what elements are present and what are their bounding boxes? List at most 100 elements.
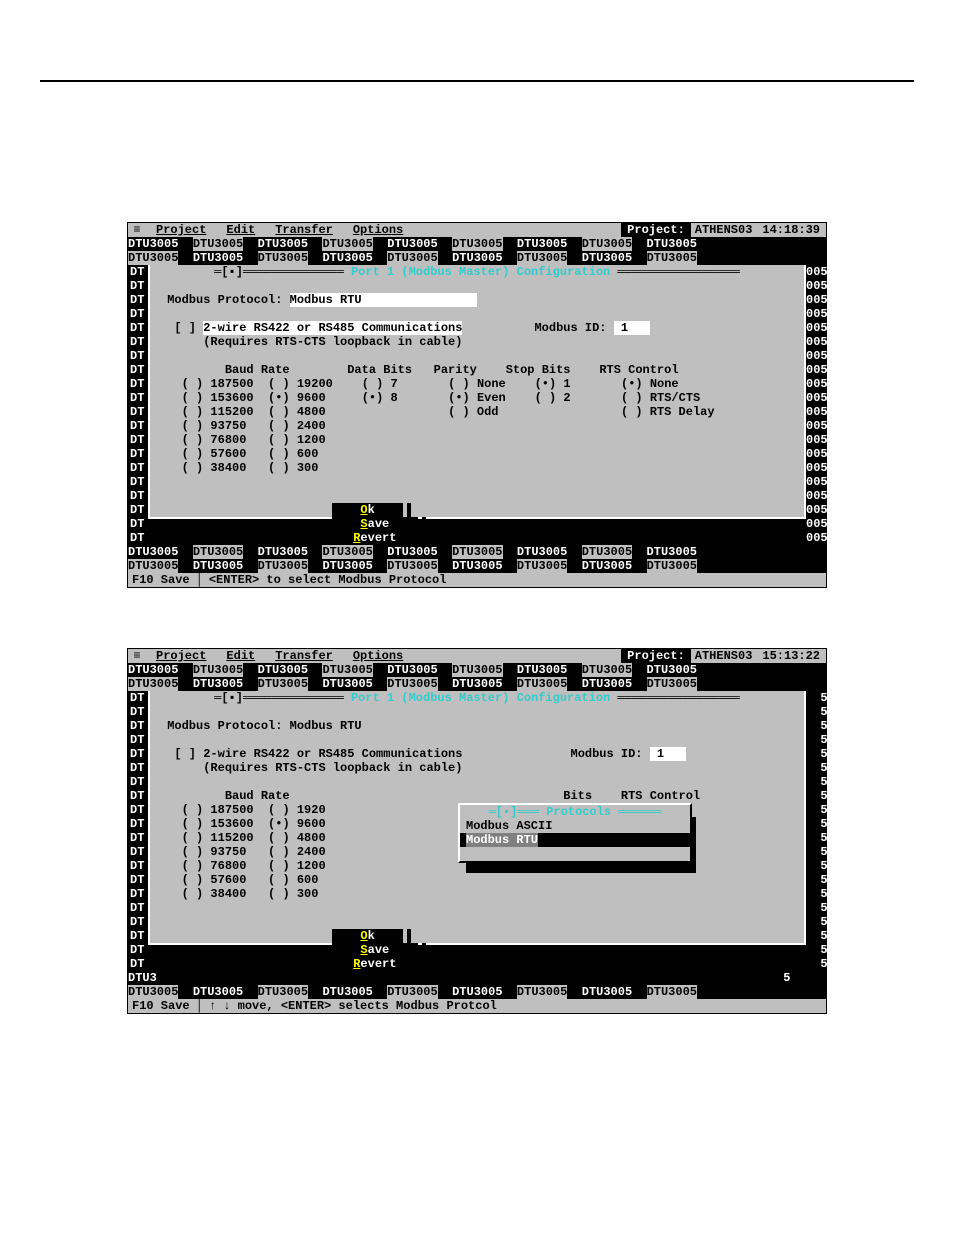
menu-project[interactable]: Project xyxy=(146,223,216,237)
protocol-field[interactable]: Modbus Protocol: Modbus RTU xyxy=(150,719,804,733)
project-name: ATHENS03 xyxy=(691,649,757,663)
backdrop-left: DT DT DT DT DT DT DT DT DT DT DT DT DT D… xyxy=(128,265,148,545)
radio-baud-19200[interactable]: ( ) xyxy=(268,803,297,817)
radio-baud-153600[interactable]: ( ) xyxy=(182,391,211,405)
backdrop-row: DTU3005 DTU3005 DTU3005 DTU3005 DTU3005 … xyxy=(128,545,826,559)
ok-button[interactable]: Ok xyxy=(332,929,403,943)
radio-baud-187500[interactable]: ( ) xyxy=(182,377,211,391)
radio-baud-38400[interactable]: ( ) xyxy=(182,461,211,475)
header-rule xyxy=(40,80,914,82)
save-button[interactable]: Save xyxy=(332,943,418,957)
popup-opt-ascii[interactable]: Modbus ASCII xyxy=(460,819,690,833)
backdrop-row: DTU3005 DTU3005 DTU3005 DTU3005 DTU3005 … xyxy=(128,251,826,265)
radio-stop-1[interactable]: (•) xyxy=(535,377,564,391)
radio-baud-2400[interactable]: ( ) xyxy=(268,419,297,433)
radio-rts-delay[interactable]: ( ) xyxy=(621,405,650,419)
menu-options[interactable]: Options xyxy=(343,223,413,237)
close-icon[interactable]: [▪] xyxy=(221,691,243,705)
statusbar: F10 Save│<ENTER> to select Modbus Protoc… xyxy=(128,573,826,587)
backdrop-row: DTU3005 DTU3005 DTU3005 DTU3005 DTU3005 … xyxy=(128,663,826,677)
radio-baud-9600[interactable]: (•) xyxy=(268,817,297,831)
radio-baud-1200[interactable]: ( ) xyxy=(268,433,297,447)
protocol-field[interactable]: Modbus Protocol: Modbus RTU xyxy=(150,293,804,307)
app-menu-icon[interactable]: ≡ xyxy=(128,223,146,237)
close-icon[interactable]: [▪] xyxy=(221,265,243,279)
revert-button[interactable]: Revert xyxy=(332,957,418,971)
status-hotkey: F10 Save xyxy=(132,573,190,587)
checkbox-2wire[interactable]: [ ] 2-wire RS422 or RS485 Communications xyxy=(160,321,462,335)
radio-baud-1200[interactable]: ( ) xyxy=(268,859,297,873)
radio-baud-93750[interactable]: ( ) xyxy=(182,419,211,433)
radio-parity-none[interactable]: ( ) xyxy=(448,377,477,391)
status-hotkey: F10 Save xyxy=(132,999,190,1013)
clock: 14:18:39 xyxy=(756,223,826,237)
modbus-id-input[interactable]: 1 xyxy=(614,321,650,335)
radio-parity-odd[interactable]: ( ) xyxy=(448,405,477,419)
statusbar: F10 Save│↑ ↓ move, <ENTER> selects Modbu… xyxy=(128,999,826,1013)
backdrop-left: DT DT DT DT DT DT DT DT DT DT DT DT DT D… xyxy=(128,691,148,971)
radio-baud-115200[interactable]: ( ) xyxy=(182,831,211,845)
close-icon[interactable]: [▪] xyxy=(496,805,518,819)
radio-baud-600[interactable]: ( ) xyxy=(268,447,297,461)
radio-parity-even[interactable]: (•) xyxy=(448,391,477,405)
radio-databits-7[interactable]: ( ) xyxy=(362,377,391,391)
radio-rts-cts[interactable]: ( ) xyxy=(621,391,650,405)
modbus-id-input[interactable]: 1 xyxy=(650,747,686,761)
backdrop-row: DTU3 5 xyxy=(128,971,826,985)
radio-baud-187500[interactable]: ( ) xyxy=(182,803,211,817)
column-headers: Baud Rate Data Bits Parity Stop Bits RTS… xyxy=(150,363,804,377)
backdrop-row: DTU3005 DTU3005 DTU3005 DTU3005 DTU3005 … xyxy=(128,677,826,691)
menu-transfer[interactable]: Transfer xyxy=(265,649,343,663)
status-hint: <ENTER> to select Modbus Protocol xyxy=(209,573,447,587)
checkbox-note: (Requires RTS-CTS loopback in cable) xyxy=(150,761,804,775)
radio-baud-9600[interactable]: (•) xyxy=(268,391,297,405)
radio-databits-8[interactable]: (•) xyxy=(362,391,391,405)
radio-baud-153600[interactable]: ( ) xyxy=(182,817,211,831)
radio-baud-93750[interactable]: ( ) xyxy=(182,845,211,859)
radio-baud-76800[interactable]: ( ) xyxy=(182,433,211,447)
project-label: Project: xyxy=(621,223,691,237)
radio-rts-none[interactable]: (•) xyxy=(621,377,650,391)
radio-baud-38400[interactable]: ( ) xyxy=(182,887,211,901)
modbus-id-label: Modbus ID: xyxy=(571,747,643,761)
radio-baud-19200[interactable]: ( ) xyxy=(268,377,297,391)
radio-baud-600[interactable]: ( ) xyxy=(268,873,297,887)
menu-transfer[interactable]: Transfer xyxy=(265,223,343,237)
status-hint: ↑ ↓ move, <ENTER> selects Modbus Protcol xyxy=(209,999,497,1013)
revert-button[interactable]: Revert xyxy=(332,531,418,545)
protocol-value[interactable]: Modbus RTU xyxy=(290,719,362,733)
menu-edit[interactable]: Edit xyxy=(216,223,265,237)
radio-baud-300[interactable]: ( ) xyxy=(268,461,297,475)
radio-baud-76800[interactable]: ( ) xyxy=(182,859,211,873)
radio-baud-300[interactable]: ( ) xyxy=(268,887,297,901)
menubar: ≡ Project Edit Transfer Options Project:… xyxy=(128,223,826,237)
menu-edit[interactable]: Edit xyxy=(216,649,265,663)
radio-baud-4800[interactable]: ( ) xyxy=(268,831,297,845)
protocols-popup: ═[▪]═══ Protocols ══════ Modbus ASCII Mo… xyxy=(458,803,692,863)
backdrop-right: 005 005 005 005 005 005 005 005 005 005 … xyxy=(806,265,826,545)
dialog-title: ═[▪]══════════════ Port 1 (Modbus Master… xyxy=(150,265,804,279)
backdrop-right: 5 5 5 5 5 5 5 5 5 5 5 5 5 5 5 5 5 5 5 5 xyxy=(806,691,826,971)
dialog-port1-config: DT DT DT DT DT DT DT DT DT DT DT DT DT D… xyxy=(128,691,826,971)
menu-project[interactable]: Project xyxy=(146,649,216,663)
radio-stop-2[interactable]: ( ) xyxy=(535,391,564,405)
radio-baud-57600[interactable]: ( ) xyxy=(182,873,211,887)
backdrop-row: DTU3005 DTU3005 DTU3005 DTU3005 DTU3005 … xyxy=(128,985,826,999)
checkbox-2wire[interactable]: [ ] 2-wire RS422 or RS485 Communications xyxy=(160,747,462,761)
menu-options[interactable]: Options xyxy=(343,649,413,663)
dialog-port1-config: DT DT DT DT DT DT DT DT DT DT DT DT DT D… xyxy=(128,265,826,545)
backdrop-row: DTU3005 DTU3005 DTU3005 DTU3005 DTU3005 … xyxy=(128,237,826,251)
radio-baud-2400[interactable]: ( ) xyxy=(268,845,297,859)
modbus-id-label: Modbus ID: xyxy=(534,321,606,335)
popup-opt-rtu[interactable]: Modbus RTU xyxy=(460,833,690,847)
save-button[interactable]: Save xyxy=(332,517,418,531)
terminal-figure-1: ≡ Project Edit Transfer Options Project:… xyxy=(127,222,827,588)
radio-baud-4800[interactable]: ( ) xyxy=(268,405,297,419)
menubar: ≡ Project Edit Transfer Options Project:… xyxy=(128,649,826,663)
radio-baud-115200[interactable]: ( ) xyxy=(182,405,211,419)
radio-baud-57600[interactable]: ( ) xyxy=(182,447,211,461)
protocol-value[interactable]: Modbus RTU xyxy=(290,293,477,307)
ok-button[interactable]: Ok xyxy=(332,503,403,517)
project-label: Project: xyxy=(621,649,691,663)
app-menu-icon[interactable]: ≡ xyxy=(128,649,146,663)
